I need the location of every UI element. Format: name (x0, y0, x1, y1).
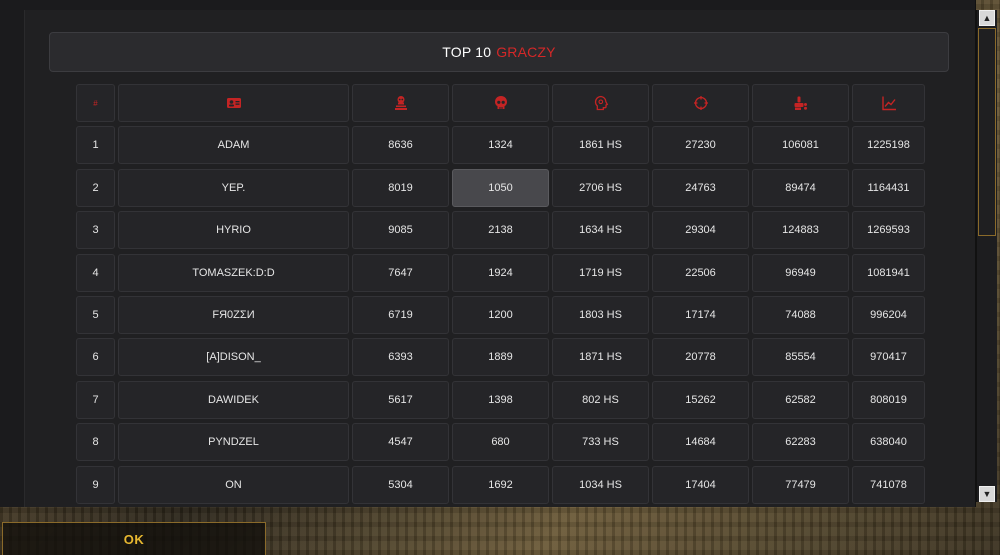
headshots-cell: 1719 HS (552, 253, 649, 292)
damage-cell: 74088 (752, 295, 849, 334)
header-points (852, 84, 925, 122)
crosshair-icon (693, 96, 708, 110)
rank-cell: 1 (76, 126, 115, 165)
header-shots (652, 84, 749, 122)
motd-content: TOP 10 GRACZY # 1 ADAM 8636 1324 1861 HS… (24, 10, 975, 507)
rank-cell: 7 (76, 380, 115, 419)
title-accent: GRACZY (496, 44, 556, 60)
page-title: TOP 10 GRACZY (49, 32, 949, 72)
kills-cell: 9085 (352, 211, 449, 250)
rank-cell: 9 (76, 465, 115, 504)
rank-cell: 4 (76, 253, 115, 292)
damage-cell: 62283 (752, 423, 849, 462)
chart-icon (881, 96, 896, 111)
damage-cell: 96949 (752, 253, 849, 292)
motd-window: TOP 10 GRACZY # 1 ADAM 8636 1324 1861 HS… (0, 0, 976, 507)
points-cell: 1225198 (852, 126, 925, 165)
damage-cell: 85554 (752, 338, 849, 377)
vertical-scrollbar[interactable]: ▲ ▼ (976, 10, 997, 502)
header-deaths (452, 84, 549, 122)
deaths-cell: 1889 (452, 338, 549, 377)
rank-cell: 2 (76, 168, 115, 207)
shots-cell: 27230 (652, 126, 749, 165)
damage-cell: 89474 (752, 168, 849, 207)
scroll-thumb[interactable] (978, 28, 996, 236)
headshots-cell: 1803 HS (552, 295, 649, 334)
skull-icon (494, 96, 507, 109)
points-cell: 970417 (852, 338, 925, 377)
deaths-cell: 1692 (452, 465, 549, 504)
deaths-cell: 680 (452, 423, 549, 462)
head-target-icon (594, 95, 608, 111)
header-player (118, 84, 349, 122)
header-headshots (552, 84, 649, 122)
rank-cell: 3 (76, 211, 115, 250)
shots-cell: 29304 (652, 211, 749, 250)
points-cell: 1164431 (852, 168, 925, 207)
points-cell: 638040 (852, 423, 925, 462)
deaths-cell: 1324 (452, 126, 549, 165)
hand-coins-icon (794, 96, 807, 110)
rank-cell: 5 (76, 295, 115, 334)
damage-cell: 77479 (752, 465, 849, 504)
skull-tombstone-icon (394, 96, 407, 110)
kills-cell: 8636 (352, 126, 449, 165)
shots-cell: 17404 (652, 465, 749, 504)
header-kills (352, 84, 449, 122)
deaths-cell: 1200 (452, 295, 549, 334)
headshots-cell: 1871 HS (552, 338, 649, 377)
player-name-cell: ON (118, 465, 349, 504)
deaths-cell: 1924 (452, 253, 549, 292)
headshots-cell: 1034 HS (552, 465, 649, 504)
kills-cell: 5304 (352, 465, 449, 504)
points-cell: 1081941 (852, 253, 925, 292)
header-damage (752, 84, 849, 122)
headshots-cell: 802 HS (552, 380, 649, 419)
points-cell: 808019 (852, 380, 925, 419)
ok-button[interactable]: OK (2, 522, 266, 555)
player-name-cell: TOMASZEK:D:D (118, 253, 349, 292)
kills-cell: 6393 (352, 338, 449, 377)
kills-cell: 6719 (352, 295, 449, 334)
player-card-icon (226, 98, 241, 108)
kills-cell: 5617 (352, 380, 449, 419)
header-rank: # (76, 84, 115, 122)
rank-cell: 8 (76, 423, 115, 462)
kills-cell: 8019 (352, 168, 449, 207)
shots-cell: 22506 (652, 253, 749, 292)
shots-cell: 15262 (652, 380, 749, 419)
damage-cell: 106081 (752, 126, 849, 165)
shots-cell: 24763 (652, 168, 749, 207)
player-name-cell: DAWIDEK (118, 380, 349, 419)
shots-cell: 14684 (652, 423, 749, 462)
leaderboard-table: # 1 ADAM 8636 1324 1861 HS 27230 106081 12 (76, 84, 925, 504)
player-name-cell: YEP. (118, 168, 349, 207)
points-cell: 996204 (852, 295, 925, 334)
player-name-cell: HYRIO (118, 211, 349, 250)
deaths-cell: 1398 (452, 380, 549, 419)
player-name-cell: FЯ0ZΣИ (118, 295, 349, 334)
headshots-cell: 2706 HS (552, 168, 649, 207)
points-cell: 741078 (852, 465, 925, 504)
kills-cell: 4547 (352, 423, 449, 462)
rank-cell: 6 (76, 338, 115, 377)
player-name-cell: ADAM (118, 126, 349, 165)
shots-cell: 20778 (652, 338, 749, 377)
damage-cell: 62582 (752, 380, 849, 419)
scroll-up-button[interactable]: ▲ (979, 10, 995, 26)
headshots-cell: 1634 HS (552, 211, 649, 250)
scroll-down-button[interactable]: ▼ (979, 486, 995, 502)
deaths-cell: 2138 (452, 211, 549, 250)
kills-cell: 7647 (352, 253, 449, 292)
headshots-cell: 733 HS (552, 423, 649, 462)
points-cell: 1269593 (852, 211, 925, 250)
headshots-cell: 1861 HS (552, 126, 649, 165)
damage-cell: 124883 (752, 211, 849, 250)
title-prefix: TOP 10 (442, 44, 492, 60)
deaths-cell: 1050 (452, 168, 549, 207)
player-name-cell: [A]DISON_ (118, 338, 349, 377)
player-name-cell: PYNDZEL (118, 423, 349, 462)
shots-cell: 17174 (652, 295, 749, 334)
